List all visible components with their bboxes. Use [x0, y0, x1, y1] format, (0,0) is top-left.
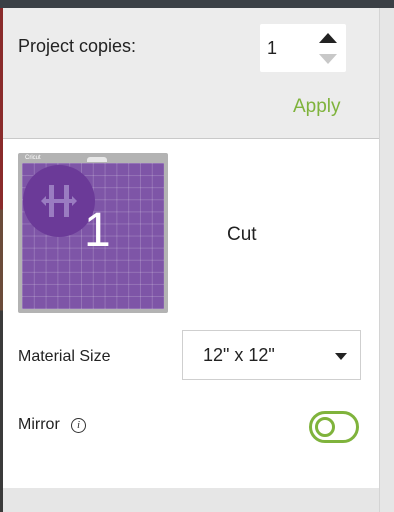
top-bar: [0, 0, 394, 8]
mat-settings-panel: Project copies: Apply Cricut: [3, 8, 379, 512]
info-icon[interactable]: i: [71, 418, 86, 433]
material-size-value: 12" x 12": [203, 345, 275, 365]
app-frame: Project copies: Apply Cricut: [0, 0, 394, 512]
project-copies-input[interactable]: [260, 24, 316, 72]
mat-cut-label: Cut: [227, 224, 257, 245]
mat-number: 1: [84, 204, 111, 257]
apply-button[interactable]: Apply: [293, 96, 341, 118]
mat-brand-label: Cricut: [25, 155, 41, 161]
stepper-down-icon[interactable]: [319, 54, 337, 64]
design-glyph-icon: [41, 185, 77, 217]
material-size-label: Material Size: [18, 348, 111, 365]
mirror-label: Mirror: [18, 416, 60, 433]
project-copies-stepper: [260, 24, 346, 72]
mirror-toggle[interactable]: [309, 411, 359, 443]
material-size-dropdown[interactable]: 12" x 12": [182, 330, 361, 380]
chevron-down-icon: [335, 353, 347, 360]
scrollbar-track[interactable]: [379, 8, 394, 512]
mat-preview[interactable]: Cricut 1: [18, 153, 168, 313]
mat-grid: Cricut 1: [22, 155, 164, 309]
bottom-bar: [3, 488, 379, 512]
mat-notch: [87, 157, 107, 162]
toggle-knob: [315, 417, 335, 437]
stepper-up-icon[interactable]: [319, 33, 337, 43]
project-copies-section: Project copies: Apply: [3, 8, 379, 139]
project-copies-label: Project copies:: [18, 36, 137, 56]
